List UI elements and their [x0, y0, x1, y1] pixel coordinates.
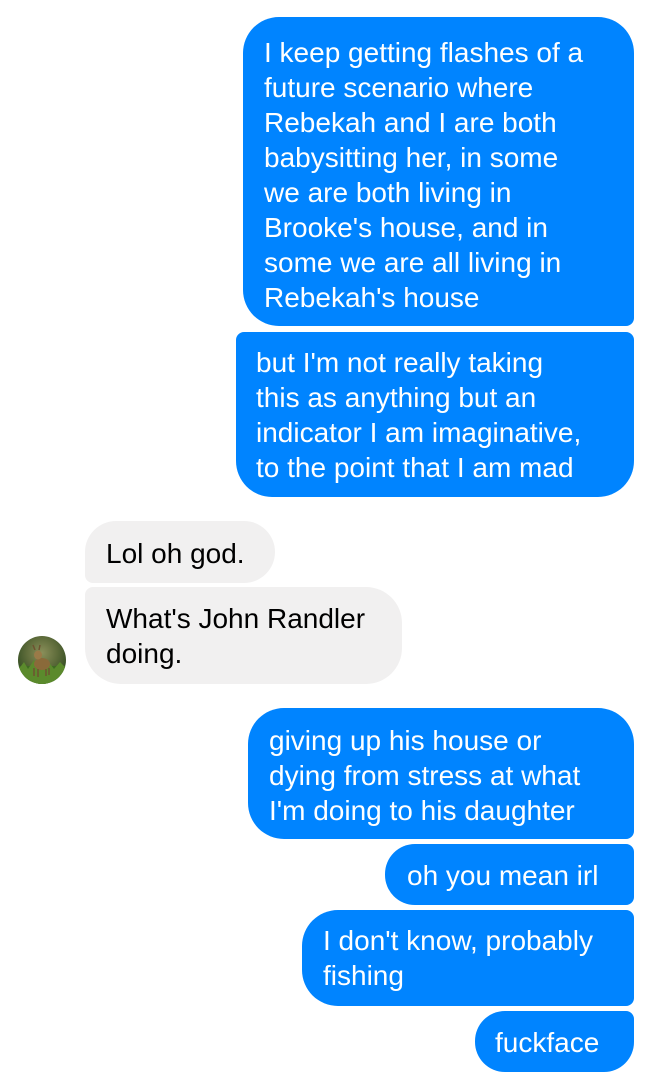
- message-thread: I keep getting flashes of a future scena…: [0, 0, 648, 1086]
- incoming-message[interactable]: What's John Randler doing.: [85, 587, 402, 684]
- avatar-photo-icon: [18, 644, 66, 684]
- outgoing-message[interactable]: but I'm not really taking this as anythi…: [236, 332, 634, 497]
- outgoing-message[interactable]: I don't know, probably fishing: [302, 910, 634, 1006]
- outgoing-message[interactable]: giving up his house or dying from stress…: [248, 708, 634, 839]
- outgoing-message[interactable]: fuckface: [475, 1011, 634, 1072]
- contact-avatar-icon[interactable]: [18, 636, 66, 684]
- incoming-message[interactable]: Lol oh god.: [85, 521, 275, 583]
- outgoing-message[interactable]: I keep getting flashes of a future scena…: [243, 17, 634, 326]
- outgoing-message[interactable]: oh you mean irl: [385, 844, 634, 905]
